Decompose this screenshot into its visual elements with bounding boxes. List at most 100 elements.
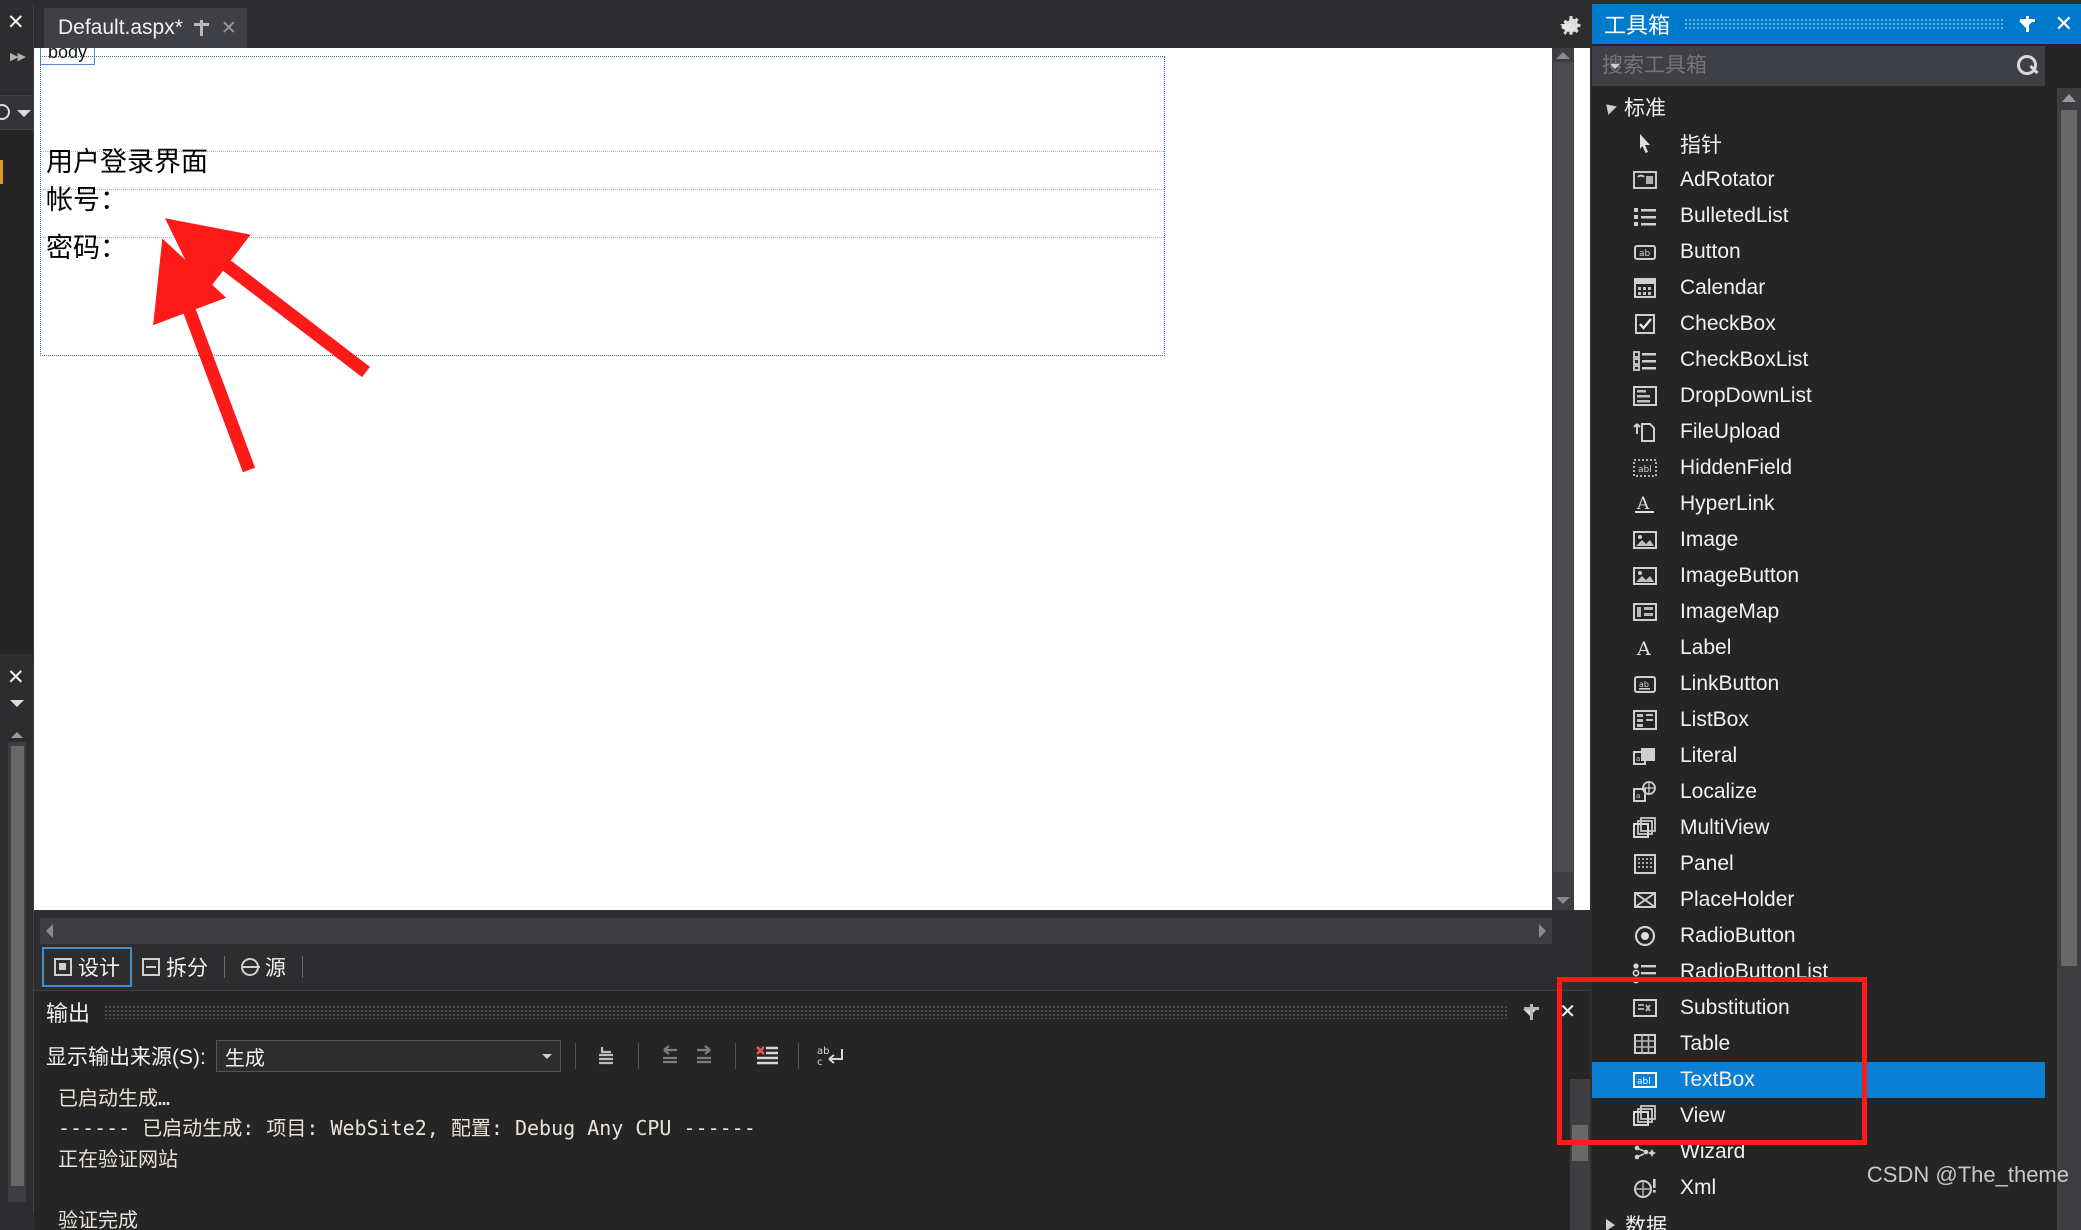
toolbox-item-imagebutton[interactable]: ImageButton	[1592, 558, 2045, 594]
output-scrollbar[interactable]	[1570, 1079, 1590, 1230]
toolbox-scroll-thumb[interactable]	[2061, 110, 2077, 966]
toolbox-item-image[interactable]: Image	[1592, 522, 2045, 558]
toolbox-item-adrotator[interactable]: AdRotator	[1592, 162, 2045, 198]
toolbox-category-data[interactable]: 数据	[1592, 1206, 2045, 1230]
designer-row-divider	[41, 151, 1164, 152]
left-panel-dropdown-icon[interactable]	[17, 110, 31, 117]
toolbox-item-radiobuttonlist[interactable]: RadioButtonList	[1592, 954, 2045, 990]
designer-label-title[interactable]: 用户登录界面	[46, 140, 208, 179]
adrotator-icon	[1632, 168, 1658, 192]
toolbox-item-label: Image	[1680, 528, 1739, 551]
toolbox-item-table[interactable]: Table	[1592, 1026, 2045, 1062]
tab-split-view[interactable]: 拆分	[132, 949, 218, 985]
designer-vertical-scrollbar[interactable]	[1552, 48, 1574, 910]
left-panel-circle-icon[interactable]	[0, 104, 10, 120]
scroll-left-icon[interactable]	[46, 924, 53, 938]
svg-text:A: A	[1636, 638, 1651, 660]
output-scroll-thumb[interactable]	[1572, 1125, 1588, 1161]
designer-horizontal-scrollbar[interactable]	[40, 918, 1552, 944]
scroll-down-icon[interactable]	[1556, 897, 1570, 904]
chevron-down-icon[interactable]	[541, 1053, 552, 1059]
toolbox-item-label: Localize	[1680, 780, 1758, 803]
left-panel-lower-dropdown-icon[interactable]	[10, 700, 24, 707]
toolbox-item-linkbutton[interactable]: ab LinkButton	[1592, 666, 2045, 702]
left-panel-scrollbar[interactable]	[8, 742, 26, 1202]
output-drag-handle[interactable]	[104, 1005, 1510, 1019]
toolbox-item-textbox[interactable]: abl TextBox	[1592, 1062, 2045, 1098]
toolbox-header-buttons: ✕	[2018, 13, 2073, 35]
go-to-source-icon[interactable]	[590, 1041, 624, 1071]
designer-vscroll-thumb[interactable]	[1553, 62, 1573, 872]
left-panel-scroll-thumb[interactable]	[11, 746, 24, 1186]
toolbox-item-hiddenfield[interactable]: abl HiddenField	[1592, 450, 2045, 486]
checkbox-icon	[1632, 312, 1658, 336]
toolbox-scrollbar[interactable]	[2057, 88, 2081, 1230]
designer-label-password[interactable]: 密码：	[46, 226, 127, 265]
toolbox-item-view[interactable]: View	[1592, 1098, 2045, 1134]
output-close-icon[interactable]: ✕	[1559, 1002, 1576, 1022]
navigate-next-icon[interactable]	[687, 1041, 721, 1071]
toolbox-item-substitution[interactable]: Substitution	[1592, 990, 2045, 1026]
tab-design-view[interactable]: 设计	[42, 947, 132, 987]
toolbar-divider	[734, 1043, 736, 1069]
toolbox-drag-handle[interactable]	[1684, 18, 2005, 30]
toolbox-item-dropdownlist[interactable]: DropDownList	[1592, 378, 2045, 414]
web-form-designer-surface[interactable]: body 用户登录界面 帐号： 密码：	[34, 48, 1590, 910]
output-pin-icon[interactable]	[1523, 1003, 1541, 1021]
toolbox-item-checkbox[interactable]: CheckBox	[1592, 306, 2045, 342]
search-icon[interactable]	[2017, 55, 2039, 77]
view-tab-divider	[302, 956, 303, 978]
toolbox-item-label: HyperLink	[1680, 492, 1775, 515]
toggle-word-wrap-icon[interactable]: ab c	[813, 1041, 847, 1071]
toolbox-item-panel[interactable]: Panel	[1592, 846, 2045, 882]
toolbox-item-pointer[interactable]: 指针	[1592, 126, 2045, 162]
toolbox-item-bulletedlist[interactable]: BulletedList	[1592, 198, 2045, 234]
toolbox-pin-icon[interactable]	[2019, 15, 2037, 33]
toolbox-item-fileupload[interactable]: FileUpload	[1592, 414, 2045, 450]
chevron-down-icon[interactable]	[1610, 63, 1620, 69]
toolbox-item-radiobutton[interactable]: RadioButton	[1592, 918, 2045, 954]
scroll-up-icon[interactable]	[1556, 52, 1570, 59]
left-panel-lower-close-icon[interactable]: ✕	[7, 667, 25, 688]
left-scroll-up-icon[interactable]	[11, 732, 23, 738]
document-tab-default-aspx[interactable]: Default.aspx* ✕	[44, 8, 247, 48]
toolbox-item-checkboxlist[interactable]: CheckBoxList	[1592, 342, 2045, 378]
toolbox-item-imagemap[interactable]: ImageMap	[1592, 594, 2045, 630]
toolbox-item-localize[interactable]: a Localize	[1592, 774, 2045, 810]
tab-source-view[interactable]: 源	[231, 949, 296, 985]
designer-label-account[interactable]: 帐号：	[46, 178, 127, 217]
toolbox-item-list[interactable]: 标准 指针 AdRotator BulletedList ab Button C…	[1592, 88, 2045, 1230]
toolbox-item-listbox[interactable]: ListBox	[1592, 702, 2045, 738]
toolbox-close-icon[interactable]: ✕	[2055, 13, 2073, 35]
search-input[interactable]	[1602, 54, 2017, 78]
toolbox-item-hyperlink[interactable]: A HyperLink	[1592, 486, 2045, 522]
left-panel-expand-icon[interactable]: ▶▶	[10, 50, 26, 63]
output-log[interactable]: 已启动生成… ------ 已启动生成: 项目: WebSite2, 配置: D…	[34, 1079, 1590, 1230]
toolbox-category-standard[interactable]: 标准	[1592, 88, 2045, 126]
close-icon[interactable]: ✕	[221, 19, 237, 38]
listbox-icon	[1632, 708, 1658, 732]
literal-icon: a	[1632, 744, 1658, 768]
output-source-select[interactable]: 生成	[215, 1040, 561, 1072]
toolbox-search-box[interactable]	[1592, 46, 2045, 86]
scroll-right-icon[interactable]	[1539, 924, 1546, 938]
toolbox-item-placeholder[interactable]: PlaceHolder	[1592, 882, 2045, 918]
clear-all-icon[interactable]	[750, 1041, 784, 1071]
navigate-previous-icon[interactable]	[653, 1041, 687, 1071]
toolbox-item-label: MultiView	[1680, 816, 1770, 839]
toolbox-item-label: Wizard	[1680, 1140, 1746, 1163]
toolbox-item-multiview[interactable]: MultiView	[1592, 810, 2045, 846]
gear-icon[interactable]	[1560, 16, 1582, 38]
hyperlink-icon: A	[1632, 492, 1658, 516]
toolbox-item-button[interactable]: ab Button	[1592, 234, 2045, 270]
split-view-icon	[142, 958, 160, 976]
designer-row-divider	[41, 189, 1164, 190]
scroll-up-icon[interactable]	[2062, 94, 2076, 102]
toolbox-item-calendar[interactable]: Calendar	[1592, 270, 2045, 306]
toolbox-item-label[interactable]: A Label	[1592, 630, 2045, 666]
pin-icon[interactable]	[193, 19, 211, 37]
calendar-icon	[1632, 276, 1658, 300]
left-panel-top-close-icon[interactable]: ✕	[7, 12, 25, 33]
toolbox-item-literal[interactable]: a Literal	[1592, 738, 2045, 774]
toolbox-panel: 工具箱 ✕ 标准 指针 AdRotator	[1592, 4, 2081, 1230]
